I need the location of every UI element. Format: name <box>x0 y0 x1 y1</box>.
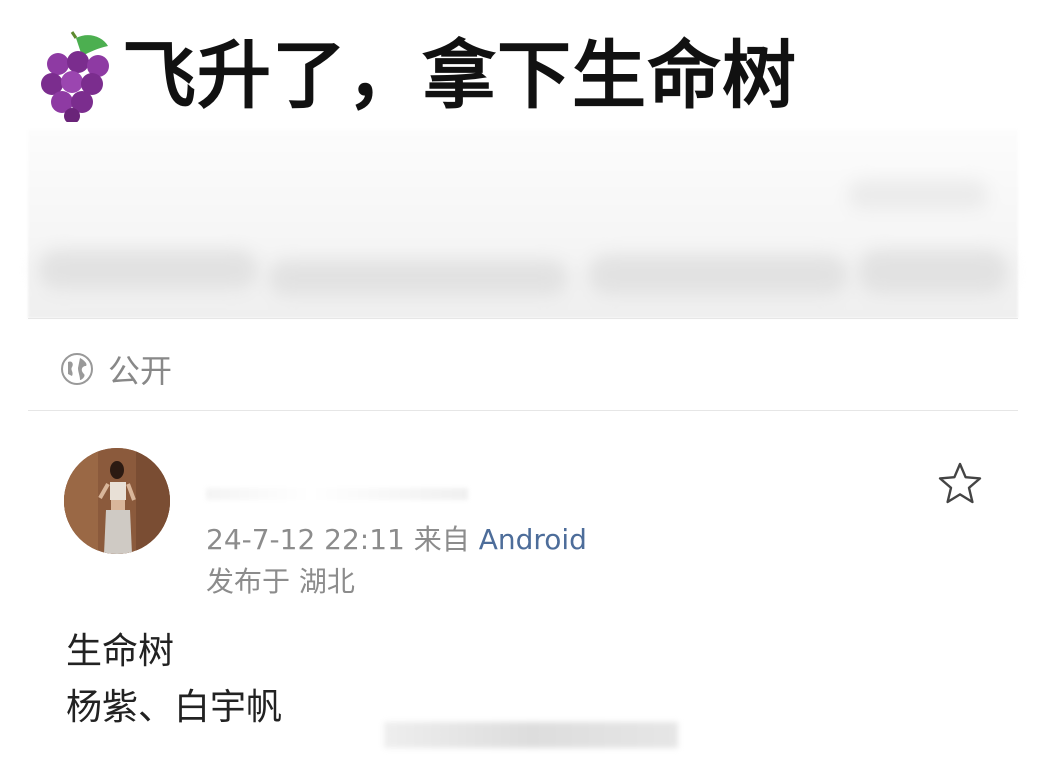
star-icon[interactable] <box>936 460 984 508</box>
divider-top <box>28 318 1018 319</box>
source-link[interactable]: Android <box>479 523 587 556</box>
redacted-strip <box>384 722 678 748</box>
grape-icon <box>41 31 109 122</box>
avatar-image <box>64 448 170 554</box>
post-body-line: 杨紫、白宇帆 <box>66 687 283 728</box>
timestamp: 24-7-12 22:11 <box>206 523 405 556</box>
visibility-label: 公开 <box>108 352 173 390</box>
redacted-content-area <box>28 130 1018 318</box>
post-headline: 飞升了，拿下生命树 <box>36 30 797 122</box>
visibility-indicator: 公开 <box>60 346 172 392</box>
headline-text: 飞升了，拿下生命树 <box>122 33 797 119</box>
globe-icon <box>61 353 93 385</box>
post-location: 发布于 湖北 <box>206 565 355 598</box>
post-body-line: 生命树 <box>66 631 175 672</box>
divider-middle <box>28 410 1018 411</box>
post-body: 生命树 杨紫、白宇帆 <box>66 624 282 736</box>
avatar[interactable] <box>64 448 170 554</box>
username-redacted <box>206 488 468 500</box>
source-prefix: 来自 <box>413 523 470 556</box>
post-meta-time: 24-7-12 22:11 来自 Android <box>206 518 587 558</box>
